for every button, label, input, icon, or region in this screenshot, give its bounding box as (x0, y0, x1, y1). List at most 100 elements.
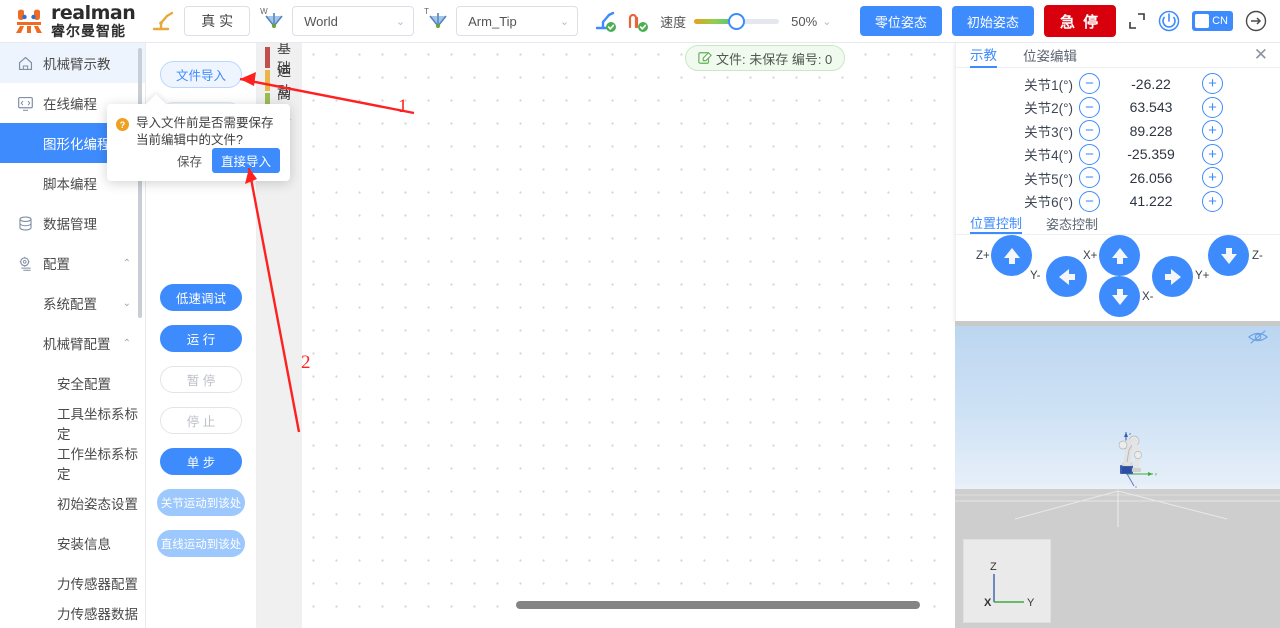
program-button-3[interactable]: 低速调试 (160, 284, 242, 311)
joint-minus-button-1[interactable]: − (1079, 97, 1100, 118)
jog-label-x-plus: X+ (1083, 250, 1097, 262)
joint-minus-button-0[interactable]: − (1079, 73, 1100, 94)
joint-plus-button-0[interactable]: + (1202, 73, 1223, 94)
chevron-down-icon: ⌄ (822, 15, 831, 28)
chevron-down-icon: ⌄ (396, 15, 405, 28)
sidebar-item-10[interactable]: 工作坐标系标定 (0, 443, 145, 483)
gripper-connected-icon[interactable] (624, 9, 650, 33)
joint-minus-button-5[interactable]: − (1079, 191, 1100, 212)
chevron-down-icon: ⌄ (123, 298, 131, 309)
sidebar-item-8[interactable]: 安全配置 (0, 363, 145, 403)
program-button-7[interactable]: 单 步 (160, 448, 242, 475)
dialog-direct-import-button[interactable]: 直接导入 (212, 148, 280, 173)
joint-value-3: -25.359 (1100, 146, 1202, 162)
joint-minus-button-4[interactable]: − (1079, 167, 1100, 188)
sidebar-item-11[interactable]: 初始姿态设置 (0, 483, 145, 523)
sidebar-item-9[interactable]: 工具坐标系标定 (0, 403, 145, 443)
program-button-0[interactable]: 文件导入 (160, 61, 242, 88)
robot-arm-icon[interactable] (149, 9, 175, 33)
jog-label-y-plus: Y+ (1195, 270, 1209, 282)
close-icon[interactable]: ✕ (1254, 46, 1268, 63)
jog-button-y-plus[interactable] (1152, 256, 1193, 297)
robot-connected-icon[interactable] (592, 9, 618, 33)
joint-row-4: 关节5(°)−26.056+ (956, 166, 1280, 190)
mode-button[interactable]: 真 实 (184, 6, 250, 36)
speed-slider[interactable] (694, 19, 779, 24)
jog-button-y-minus[interactable] (1046, 256, 1087, 297)
sidebar-item-label: 图形化编程 (43, 133, 111, 153)
program-button-9[interactable]: 直线运动到该处 (157, 530, 245, 557)
canvas-horizontal-scrollbar[interactable] (516, 601, 920, 609)
app-logo: realman 睿尔曼智能 (14, 4, 135, 38)
blockly-canvas[interactable]: 文件: 未保存 编号: 0 (302, 43, 955, 628)
sidebar-item-12[interactable]: 安装信息 (0, 523, 145, 563)
dialog-save-button[interactable]: 保存 (177, 151, 202, 170)
joint-value-2: 89.228 (1100, 123, 1202, 139)
jog-button-z-plus[interactable] (991, 235, 1032, 276)
speed-percent-select[interactable]: 50% ⌄ (791, 14, 831, 29)
joint-plus-button-2[interactable]: + (1202, 120, 1223, 141)
edit-file-icon (698, 51, 712, 65)
fullscreen-icon[interactable] (1128, 12, 1146, 30)
file-status-text: 文件: 未保存 编号: 0 (716, 49, 832, 68)
logout-icon[interactable] (1244, 9, 1268, 33)
joint-plus-button-5[interactable]: + (1202, 191, 1223, 212)
program-button-4[interactable]: 运 行 (160, 325, 242, 352)
jog-button-z-minus[interactable] (1208, 235, 1249, 276)
emergency-stop-button[interactable]: 急 停 (1044, 5, 1116, 37)
tab-pose-edit[interactable]: 位姿编辑 (1023, 43, 1077, 68)
power-icon[interactable] (1157, 9, 1181, 33)
settings-gear-icon (16, 255, 35, 272)
joint-minus-button-3[interactable]: − (1079, 144, 1100, 165)
sidebar-item-13[interactable]: 力传感器配置 (0, 563, 145, 603)
sidebar-scrollbar[interactable] (138, 48, 142, 318)
joint-value-4: 26.056 (1100, 170, 1202, 186)
chevron-up-icon: ⌃ (123, 338, 131, 349)
tool-frame-select[interactable]: Arm_Tip ⌄ (456, 6, 578, 36)
eye-off-icon[interactable] (1248, 328, 1268, 349)
jog-label-z-plus: Z+ (976, 250, 990, 262)
joint-row-2: 关节3(°)−89.228+ (956, 119, 1280, 143)
joint-plus-button-1[interactable]: + (1202, 97, 1223, 118)
svg-text:Y: Y (1027, 597, 1035, 609)
svg-text:y: y (1155, 471, 1157, 476)
zero-pose-button[interactable]: 零位姿态 (860, 6, 942, 36)
svg-text:x: x (1135, 484, 1137, 489)
init-pose-button[interactable]: 初始姿态 (952, 6, 1034, 36)
tab-position-control[interactable]: 位置控制 (970, 213, 1022, 234)
joint-value-1: 63.543 (1100, 99, 1202, 115)
sidebar-item-4[interactable]: 数据管理 (0, 203, 145, 243)
language-button[interactable]: CN (1192, 11, 1233, 31)
sidebar-item-0[interactable]: 机械臂示教 (0, 43, 145, 83)
sidebar-item-6[interactable]: 系统配置⌄ (0, 283, 145, 323)
joint-minus-button-2[interactable]: − (1079, 120, 1100, 141)
sidebar-item-5[interactable]: 配置⌃ (0, 243, 145, 283)
joint-list: 关节1(°)−-26.22+关节2(°)−63.543+关节3(°)−89.22… (956, 68, 1280, 213)
jog-label-z-minus: Z- (1252, 250, 1263, 262)
speed-slider-handle[interactable] (728, 13, 745, 30)
joint-plus-button-4[interactable]: + (1202, 167, 1223, 188)
robot-3d-viewport[interactable]: z y x Z X Y (955, 321, 1280, 628)
teach-panel-tabs: 示教 位姿编辑 ✕ (956, 43, 1280, 68)
tab-attitude-control[interactable]: 姿态控制 (1046, 213, 1098, 234)
joint-label-1: 关节2(°) (956, 97, 1079, 117)
jog-button-cluster: Z+ Y- X+ X- Y+ Z- (956, 235, 1280, 317)
world-frame-select[interactable]: World ⌄ (292, 6, 414, 36)
joint-plus-button-3[interactable]: + (1202, 144, 1223, 165)
top-right-actions: 零位姿态 初始姿态 急 停 CN (860, 5, 1280, 37)
language-toggle-box (1195, 14, 1209, 28)
jog-button-x-minus[interactable] (1099, 276, 1140, 317)
sidebar-item-label: 工作坐标系标定 (57, 443, 145, 483)
tab-teach[interactable]: 示教 (970, 43, 997, 68)
chevron-up-icon: ⌃ (123, 258, 131, 269)
category-color-bar (265, 47, 270, 68)
program-button-8[interactable]: 关节运动到该处 (157, 489, 245, 516)
speed-control: 速度 50% ⌄ (660, 12, 831, 31)
joint-row-3: 关节4(°)−-25.359+ (956, 143, 1280, 167)
joint-row-0: 关节1(°)−-26.22+ (956, 72, 1280, 96)
jog-button-x-plus[interactable] (1099, 235, 1140, 276)
sidebar-item-7[interactable]: 机械臂配置⌃ (0, 323, 145, 363)
sidebar-item-14[interactable]: 力传感器数据图 (0, 603, 145, 628)
sidebar-item-label: 工具坐标系标定 (57, 403, 145, 443)
top-toolbar: realman 睿尔曼智能 真 实 W World ⌄ T (0, 0, 1280, 43)
